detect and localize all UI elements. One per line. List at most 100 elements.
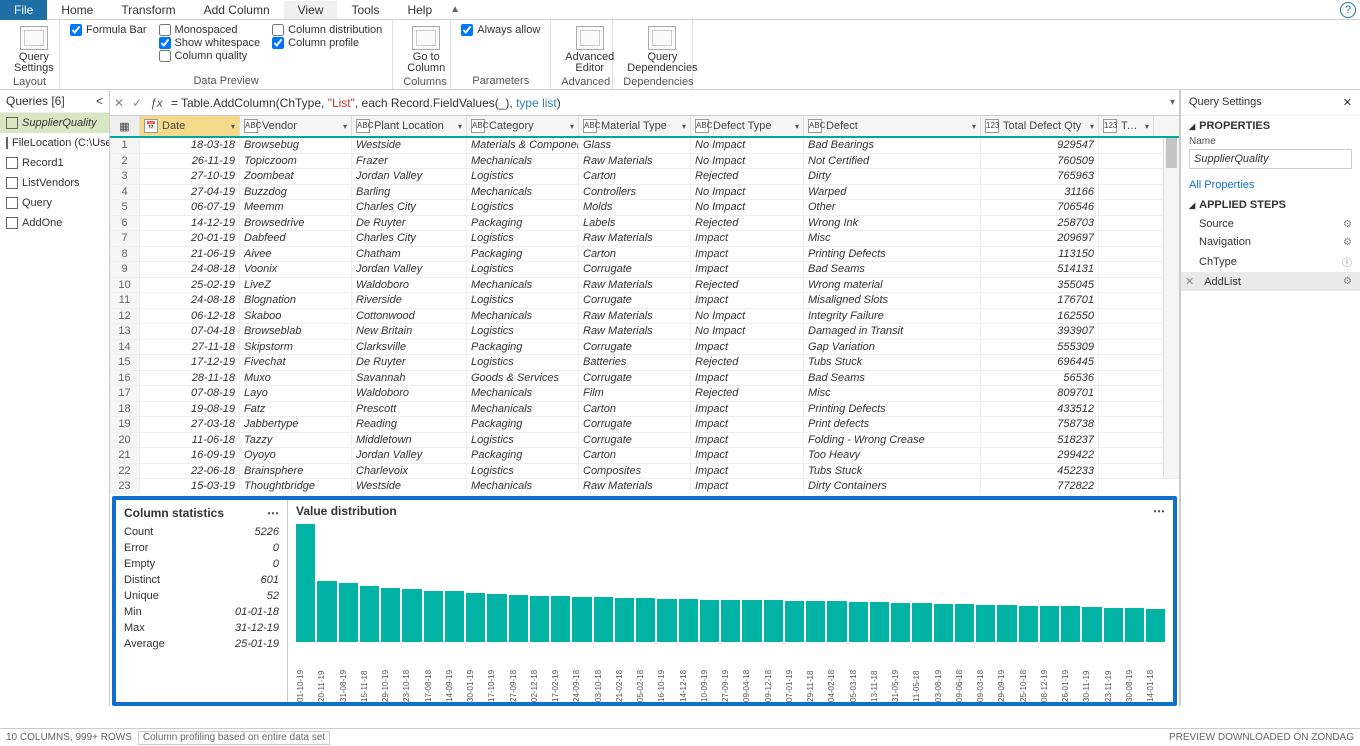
stats-more-icon[interactable]: ⋯ <box>267 506 279 520</box>
column-header-plant-location[interactable]: ABCPlant Location▾ <box>352 116 467 136</box>
chk-formula-bar[interactable]: Formula Bar <box>70 24 147 36</box>
close-settings-icon[interactable]: ✕ <box>1343 96 1352 109</box>
column-header-material-type[interactable]: ABCMaterial Type▾ <box>579 116 691 136</box>
all-properties-link[interactable]: All Properties <box>1181 175 1360 195</box>
filter-icon[interactable]: ▾ <box>1090 122 1094 131</box>
cell: Raw Materials <box>579 154 691 169</box>
chk-column-quality[interactable]: Column quality <box>159 50 261 62</box>
filter-icon[interactable]: ▾ <box>231 122 235 131</box>
chk-column-profile[interactable]: Column profile <box>272 37 382 49</box>
cell: Barling <box>352 185 467 200</box>
gear-icon[interactable]: ⚙ <box>1343 276 1352 287</box>
menu-tools[interactable]: Tools <box>337 1 393 19</box>
cell: Voonix <box>240 262 352 277</box>
table-row[interactable]: 506-07-19MeemmCharles CityLogisticsMolds… <box>110 200 1179 216</box>
table-row[interactable]: 2315-03-19ThoughtbridgeWestsideMechanica… <box>110 479 1179 494</box>
menu-help[interactable]: Help <box>393 1 446 19</box>
table-row[interactable]: 2222-06-18BrainsphereCharlevoixLogistics… <box>110 464 1179 480</box>
filter-icon[interactable]: ▾ <box>343 122 347 131</box>
filter-icon[interactable]: ▾ <box>972 122 976 131</box>
table-row[interactable]: 924-08-18VoonixJordan ValleyLogisticsCor… <box>110 262 1179 278</box>
collapse-ribbon-icon[interactable]: ▲ <box>446 4 464 15</box>
filter-icon[interactable]: ▾ <box>795 122 799 131</box>
applied-step-addlist[interactable]: ✕AddList⚙ <box>1181 272 1360 291</box>
info-icon[interactable]: ⓘ <box>1342 254 1352 269</box>
applied-steps-header[interactable]: ◢APPLIED STEPS <box>1181 195 1360 215</box>
delete-step-icon[interactable]: ✕ <box>1185 275 1194 288</box>
filter-icon[interactable]: ▾ <box>570 122 574 131</box>
column-header-defect-type[interactable]: ABCDefect Type▾ <box>691 116 804 136</box>
table-row[interactable]: 1927-03-18JabbertypeReadingPackagingCorr… <box>110 417 1179 433</box>
menu-transform[interactable]: Transform <box>107 1 189 19</box>
table-row[interactable]: 821-06-19AiveeChathamPackagingCartonImpa… <box>110 247 1179 263</box>
table-row[interactable]: 1707-08-19LayoWaldoboroMechanicalsFilmRe… <box>110 386 1179 402</box>
gear-icon[interactable]: ⚙ <box>1343 237 1352 248</box>
column-header-date[interactable]: 📅Date▾ <box>140 116 240 136</box>
help-icon[interactable]: ? <box>1340 2 1356 18</box>
expand-formula-icon[interactable]: ▾ <box>1170 97 1175 108</box>
chk-show-whitespace[interactable]: Show whitespace <box>159 37 261 49</box>
table-row[interactable]: 1819-08-19FatzPrescottMechanicalsCartonI… <box>110 402 1179 418</box>
table-row[interactable]: 2011-06-18TazzyMiddletownLogisticsCorrug… <box>110 433 1179 449</box>
menu-addcolumn[interactable]: Add Column <box>190 1 284 19</box>
query-item-5[interactable]: AddOne <box>0 213 109 233</box>
menu-file[interactable]: File <box>0 0 47 20</box>
table-row[interactable]: 1124-08-18BlognationRiversideLogisticsCo… <box>110 293 1179 309</box>
commit-icon[interactable]: ✓ <box>132 96 142 110</box>
chk-always-allow[interactable]: Always allow <box>461 24 540 36</box>
table-row[interactable]: 1427-11-18SkipstormClarksvillePackagingC… <box>110 340 1179 356</box>
applied-step-source[interactable]: Source⚙ <box>1181 215 1360 233</box>
filter-icon[interactable]: ▾ <box>1145 122 1149 131</box>
table-row[interactable]: 1307-04-18BrowseblabNew BritainLogistics… <box>110 324 1179 340</box>
table-row[interactable]: 327-10-19ZoombeatJordan ValleyLogisticsC… <box>110 169 1179 185</box>
collapse-icon[interactable]: < <box>96 94 103 108</box>
chk-monospaced[interactable]: Monospaced <box>159 24 261 36</box>
bar <box>360 586 379 642</box>
column-header-total-dow...[interactable]: 123Total Dow...▾ <box>1099 116 1154 136</box>
table-row[interactable]: 2116-09-19OyoyoJordan ValleyPackagingCar… <box>110 448 1179 464</box>
go-to-column-button[interactable]: Go to Column <box>403 24 449 76</box>
table-row[interactable]: 1628-11-18MuxoSavannahGoods & ServicesCo… <box>110 371 1179 387</box>
menu-home[interactable]: Home <box>47 1 107 19</box>
dist-more-icon[interactable]: ⋯ <box>1153 504 1165 518</box>
cell: Glass <box>579 138 691 153</box>
query-item-0[interactable]: SupplierQuality <box>0 113 109 133</box>
table-row[interactable]: 720-01-19DabfeedCharles CityLogisticsRaw… <box>110 231 1179 247</box>
query-item-3[interactable]: ListVendors <box>0 173 109 193</box>
gear-icon[interactable]: ⚙ <box>1343 219 1352 230</box>
cell: Carton <box>579 247 691 262</box>
row-header-corner[interactable]: ▦ <box>110 116 140 136</box>
query-item-2[interactable]: Record1 <box>0 153 109 173</box>
menu-view[interactable]: View <box>284 1 338 19</box>
advanced-editor-button[interactable]: Advanced Editor <box>561 24 618 76</box>
table-row[interactable]: 614-12-19BrowsedriveDe RuyterPackagingLa… <box>110 216 1179 232</box>
formula-bar[interactable]: ✕ ✓ ƒx = Table.AddColumn(ChType, "List",… <box>110 90 1179 116</box>
cancel-icon[interactable]: ✕ <box>114 96 124 110</box>
type-icon: ABC <box>808 119 822 133</box>
column-header-vendor[interactable]: ABCVendor▾ <box>240 116 352 136</box>
column-header-defect[interactable]: ABCDefect▾ <box>804 116 981 136</box>
table-row[interactable]: 1206-12-18SkabooCottonwoodMechanicalsRaw… <box>110 309 1179 325</box>
query-item-4[interactable]: Query <box>0 193 109 213</box>
query-settings-button[interactable]: Query Settings <box>10 24 58 76</box>
query-name-input[interactable]: SupplierQuality <box>1189 149 1352 169</box>
table-row[interactable]: 1517-12-19FivechatDe RuyterLogisticsBatt… <box>110 355 1179 371</box>
cell: Fatz <box>240 402 352 417</box>
table-row[interactable]: 118-03-18BrowsebugWestsideMaterials & Co… <box>110 138 1179 154</box>
column-header-category[interactable]: ABCCategory▾ <box>467 116 579 136</box>
properties-header[interactable]: ◢PROPERTIES <box>1181 116 1360 136</box>
filter-icon[interactable]: ▾ <box>458 122 462 131</box>
applied-step-navigation[interactable]: Navigation⚙ <box>1181 233 1360 251</box>
column-header-total-defect-qty[interactable]: 123Total Defect Qty▾ <box>981 116 1099 136</box>
applied-step-chtype[interactable]: ChTypeⓘ <box>1181 251 1360 272</box>
table-row[interactable]: 427-04-19BuzzdogBarlingMechanicalsContro… <box>110 185 1179 201</box>
fx-icon[interactable]: ƒx <box>150 96 163 110</box>
status-profiling[interactable]: Column profiling based on entire data se… <box>138 731 330 745</box>
table-row[interactable]: 1025-02-19LiveZWaldoboroMechanicalsRaw M… <box>110 278 1179 294</box>
filter-icon[interactable]: ▾ <box>682 122 686 131</box>
vertical-scrollbar[interactable] <box>1163 138 1179 478</box>
query-item-1[interactable]: FileLocation (C:\Users... <box>0 133 109 153</box>
table-row[interactable]: 226-11-19TopiczoomFrazerMechanicalsRaw M… <box>110 154 1179 170</box>
query-deps-button[interactable]: Query Dependencies <box>623 24 701 76</box>
chk-column-distribution[interactable]: Column distribution <box>272 24 382 36</box>
